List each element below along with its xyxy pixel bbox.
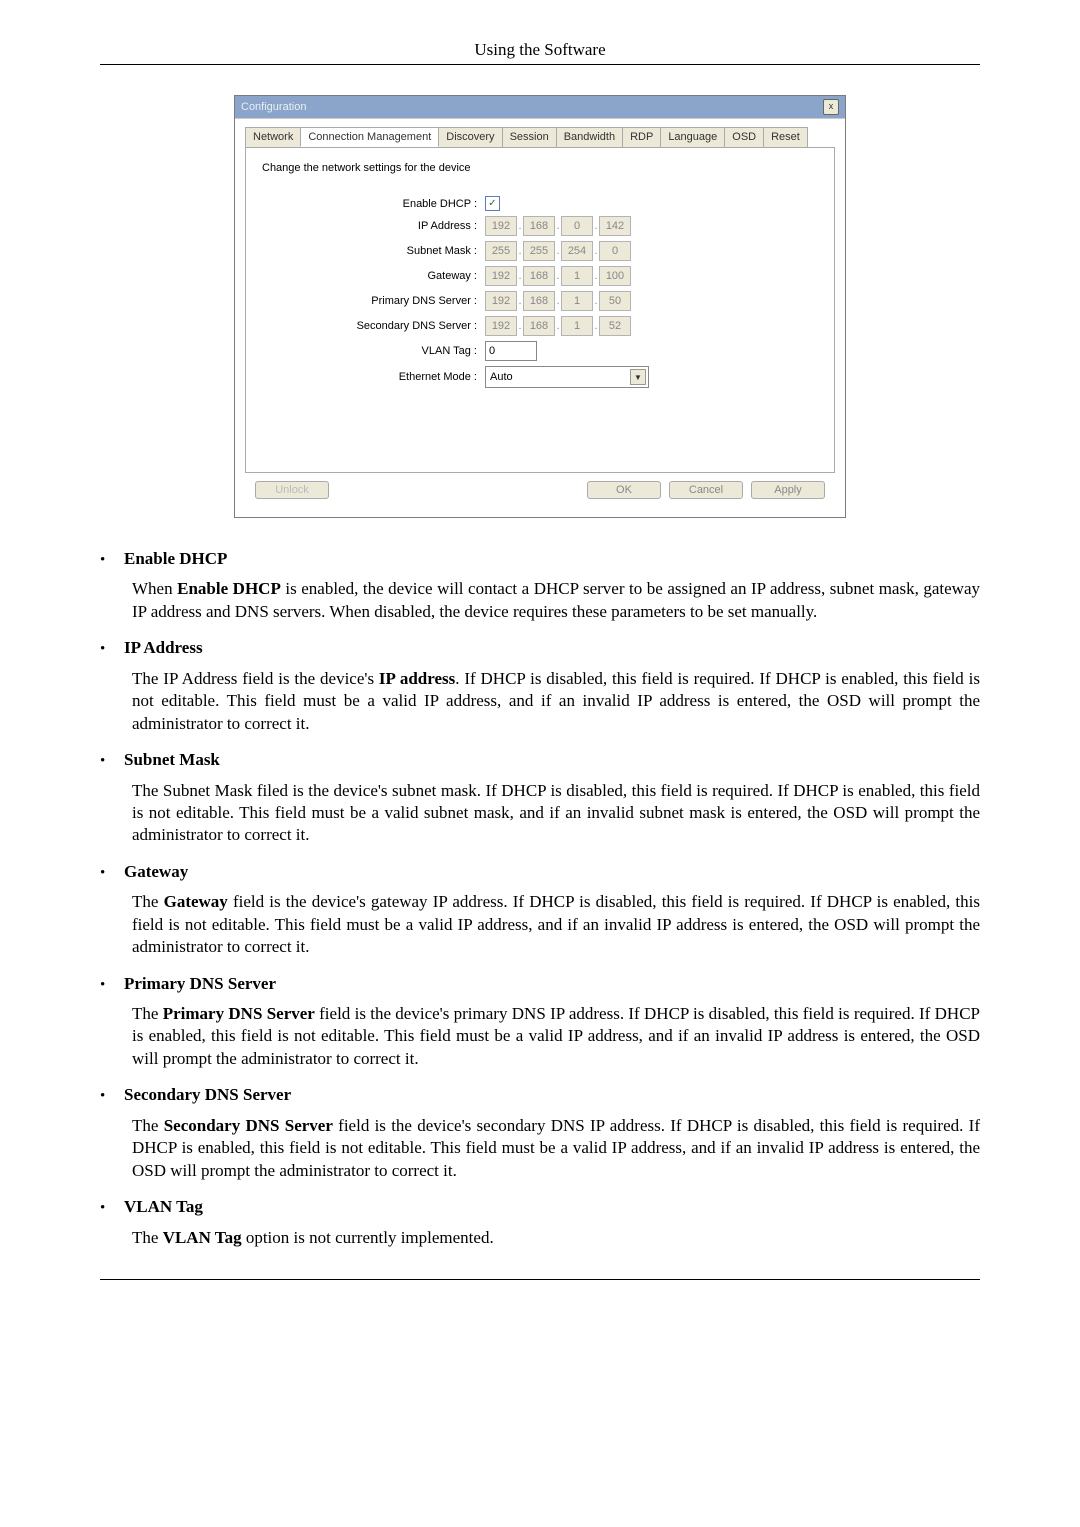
doc-item: • Gateway The Gateway field is the device'… xyxy=(100,861,980,959)
ip-octet: 255 xyxy=(485,241,517,261)
ip-octet: 50 xyxy=(599,291,631,311)
doc-item-text: The Subnet Mask filed is the device's su… xyxy=(132,780,980,847)
doc-item: • Secondary DNS Server The Secondary DNS S… xyxy=(100,1084,980,1182)
input-primary-dns[interactable]: 192. 168. 1. 50 xyxy=(485,291,631,311)
ip-octet: 255 xyxy=(523,241,555,261)
doc-item: • Enable DHCP When Enable DHCP is enabled,… xyxy=(100,548,980,623)
label-ip-address: IP Address : xyxy=(262,220,477,232)
doc-item-title: Primary DNS Server xyxy=(124,973,276,995)
ip-octet: 1 xyxy=(561,291,593,311)
label-primary-dns: Primary DNS Server : xyxy=(262,295,477,307)
doc-item-title: Secondary DNS Server xyxy=(124,1084,291,1106)
tab-reset[interactable]: Reset xyxy=(763,127,808,147)
bullet-icon: • xyxy=(100,553,106,568)
dialog-titlebar: Configuration x xyxy=(235,96,845,118)
doc-item-title: Gateway xyxy=(124,861,188,883)
tab-language[interactable]: Language xyxy=(660,127,725,147)
input-ip-address[interactable]: 192. 168. 0. 142 xyxy=(485,216,631,236)
bullet-icon: • xyxy=(100,866,106,881)
bullet-icon: • xyxy=(100,642,106,657)
doc-item-title: Subnet Mask xyxy=(124,749,220,771)
ip-octet: 1 xyxy=(561,316,593,336)
header-rule xyxy=(100,64,980,65)
label-ethernet-mode: Ethernet Mode : xyxy=(262,371,477,383)
tab-content: Change the network settings for the devi… xyxy=(245,147,835,473)
label-gateway: Gateway : xyxy=(262,270,477,282)
dialog-footer: Unlock OK Cancel Apply xyxy=(245,473,835,509)
bullet-icon: • xyxy=(100,978,106,993)
label-subnet-mask: Subnet Mask : xyxy=(262,245,477,257)
chevron-down-icon: ▼ xyxy=(630,369,646,385)
label-enable-dhcp: Enable DHCP : xyxy=(262,198,477,210)
tab-osd[interactable]: OSD xyxy=(724,127,764,147)
doc-item-text: When Enable DHCP is enabled, the device … xyxy=(132,578,980,623)
tab-description: Change the network settings for the devi… xyxy=(262,162,818,174)
ip-octet: 52 xyxy=(599,316,631,336)
doc-item-text: The IP Address field is the device's IP … xyxy=(132,668,980,735)
input-gateway[interactable]: 192. 168. 1. 100 xyxy=(485,266,631,286)
unlock-button[interactable]: Unlock xyxy=(255,481,329,499)
ip-octet: 254 xyxy=(561,241,593,261)
ip-octet: 1 xyxy=(561,266,593,286)
bullet-icon: • xyxy=(100,754,106,769)
input-vlan-tag[interactable]: 0 xyxy=(485,341,537,361)
tab-discovery[interactable]: Discovery xyxy=(438,127,502,147)
configuration-dialog: Configuration x Network Connection Manag… xyxy=(234,95,846,518)
ip-octet: 0 xyxy=(599,241,631,261)
input-secondary-dns[interactable]: 192. 168. 1. 52 xyxy=(485,316,631,336)
tab-network[interactable]: Network xyxy=(245,127,301,147)
ip-octet: 168 xyxy=(523,216,555,236)
doc-item: • Subnet Mask The Subnet Mask filed is the… xyxy=(100,749,980,847)
doc-item: • IP Address The IP Address field is the d… xyxy=(100,637,980,735)
bullet-icon: • xyxy=(100,1089,106,1104)
doc-item-text: The Gateway field is the device's gatewa… xyxy=(132,891,980,958)
ip-octet: 192 xyxy=(485,291,517,311)
ok-button[interactable]: OK xyxy=(587,481,661,499)
doc-item-title: VLAN Tag xyxy=(124,1196,203,1218)
footer-rule xyxy=(100,1279,980,1280)
tab-connection-management[interactable]: Connection Management xyxy=(300,127,439,147)
tab-strip: Network Connection Management Discovery … xyxy=(245,127,835,147)
tab-session[interactable]: Session xyxy=(502,127,557,147)
ip-octet: 0 xyxy=(561,216,593,236)
tab-rdp[interactable]: RDP xyxy=(622,127,661,147)
ip-octet: 142 xyxy=(599,216,631,236)
doc-item-text: The Secondary DNS Server field is the de… xyxy=(132,1115,980,1182)
ip-octet: 100 xyxy=(599,266,631,286)
checkbox-enable-dhcp[interactable]: ✓ xyxy=(485,196,500,211)
apply-button[interactable]: Apply xyxy=(751,481,825,499)
select-ethernet-mode[interactable]: Auto ▼ xyxy=(485,366,649,388)
doc-item-title: Enable DHCP xyxy=(124,548,227,570)
select-value: Auto xyxy=(490,371,513,383)
label-vlan-tag: VLAN Tag : xyxy=(262,345,477,357)
input-subnet-mask[interactable]: 255. 255. 254. 0 xyxy=(485,241,631,261)
close-icon[interactable]: x xyxy=(823,99,839,115)
doc-item: • Primary DNS Server The Primary DNS Serve… xyxy=(100,973,980,1071)
dialog-title: Configuration xyxy=(241,101,306,113)
tab-bandwidth[interactable]: Bandwidth xyxy=(556,127,623,147)
ip-octet: 192 xyxy=(485,266,517,286)
bullet-icon: • xyxy=(100,1201,106,1216)
doc-item-text: The VLAN Tag option is not currently imp… xyxy=(132,1227,980,1249)
ip-octet: 192 xyxy=(485,316,517,336)
ip-octet: 168 xyxy=(523,291,555,311)
doc-item-title: IP Address xyxy=(124,637,203,659)
label-secondary-dns: Secondary DNS Server : xyxy=(262,320,477,332)
ip-octet: 192 xyxy=(485,216,517,236)
ip-octet: 168 xyxy=(523,266,555,286)
page-header: Using the Software xyxy=(100,40,980,60)
doc-item: • VLAN Tag The VLAN Tag option is not curr… xyxy=(100,1196,980,1249)
ip-octet: 168 xyxy=(523,316,555,336)
document-body: • Enable DHCP When Enable DHCP is enabled,… xyxy=(100,548,980,1249)
cancel-button[interactable]: Cancel xyxy=(669,481,743,499)
doc-item-text: The Primary DNS Server field is the devi… xyxy=(132,1003,980,1070)
